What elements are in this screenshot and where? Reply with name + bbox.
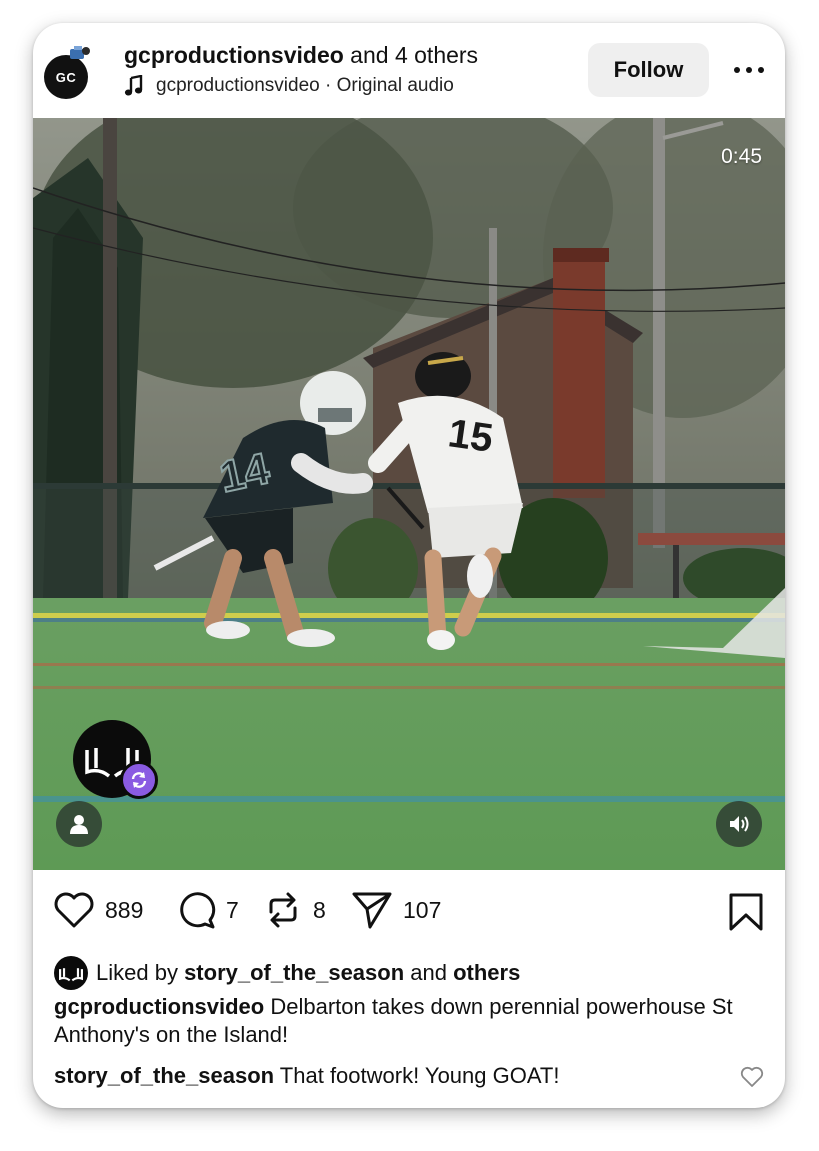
caption-username[interactable]: gcproductionsvideo [54, 994, 264, 1019]
comment-heart-icon[interactable] [740, 1066, 764, 1088]
repost-icon[interactable] [263, 890, 303, 930]
liked-by-user[interactable]: story_of_the_season [184, 960, 404, 986]
heart-icon[interactable] [53, 891, 95, 929]
like-action[interactable]: 889 [53, 890, 143, 930]
more-horizontal-icon[interactable] [732, 59, 766, 81]
audio-label: gcproductionsvideo · Original audio [156, 75, 454, 96]
person-icon [70, 815, 88, 834]
video-duration: 0:45 [721, 145, 762, 168]
post-header: GC gcproductionsvideo and 4 others gcpro… [33, 23, 785, 118]
book-logo-icon [59, 968, 83, 982]
share-action[interactable]: 107 [351, 890, 441, 930]
liked-by-prefix: Liked by [96, 960, 185, 985]
repost-action[interactable]: 8 [263, 890, 326, 930]
post-caption: gcproductionsvideo Delbarton takes down … [54, 993, 734, 1049]
author-avatar[interactable]: GC [44, 46, 90, 99]
author-line[interactable]: gcproductionsvideo and 4 others [124, 42, 478, 69]
share-icon[interactable] [351, 890, 393, 930]
comment-text: That footwork! Young GOAT! [274, 1063, 560, 1088]
follow-button[interactable]: Follow [588, 43, 709, 97]
author-name[interactable]: gcproductionsvideo [124, 42, 344, 68]
repost-count: 8 [313, 896, 326, 923]
liked-by-avatar[interactable] [54, 956, 88, 990]
comment-username[interactable]: story_of_the_season [54, 1063, 274, 1088]
logo-mark-icon [70, 46, 90, 59]
liked-by-middle: and [404, 960, 454, 985]
liked-by-others[interactable]: others [453, 960, 520, 986]
video-player[interactable]: 14 15 0:45 [33, 118, 785, 870]
avatar-text: GC [55, 69, 77, 85]
audio-attribution[interactable]: gcproductionsvideo · Original audio [124, 75, 454, 97]
svg-text:15: 15 [446, 411, 496, 461]
post-card: GC gcproductionsvideo and 4 others gcpro… [33, 23, 785, 1108]
comment-icon[interactable] [176, 890, 216, 930]
liked-by-line[interactable]: Liked by story_of_the_season and others [54, 955, 520, 991]
bookmark-icon[interactable] [726, 892, 766, 932]
volume-icon [730, 816, 749, 832]
post-actions: 889 7 8 107 [33, 870, 785, 955]
author-collab-suffix[interactable]: and 4 others [344, 42, 478, 68]
top-comment: story_of_the_season That footwork! Young… [54, 1062, 714, 1090]
collab-refresh-icon [120, 761, 158, 799]
sound-toggle-button[interactable] [716, 801, 762, 847]
music-note-icon [124, 75, 143, 96]
share-count: 107 [403, 896, 442, 923]
like-count: 889 [105, 896, 144, 923]
tagged-people-button[interactable] [56, 801, 102, 847]
comment-action[interactable]: 7 [176, 890, 239, 930]
comment-count: 7 [226, 896, 239, 923]
